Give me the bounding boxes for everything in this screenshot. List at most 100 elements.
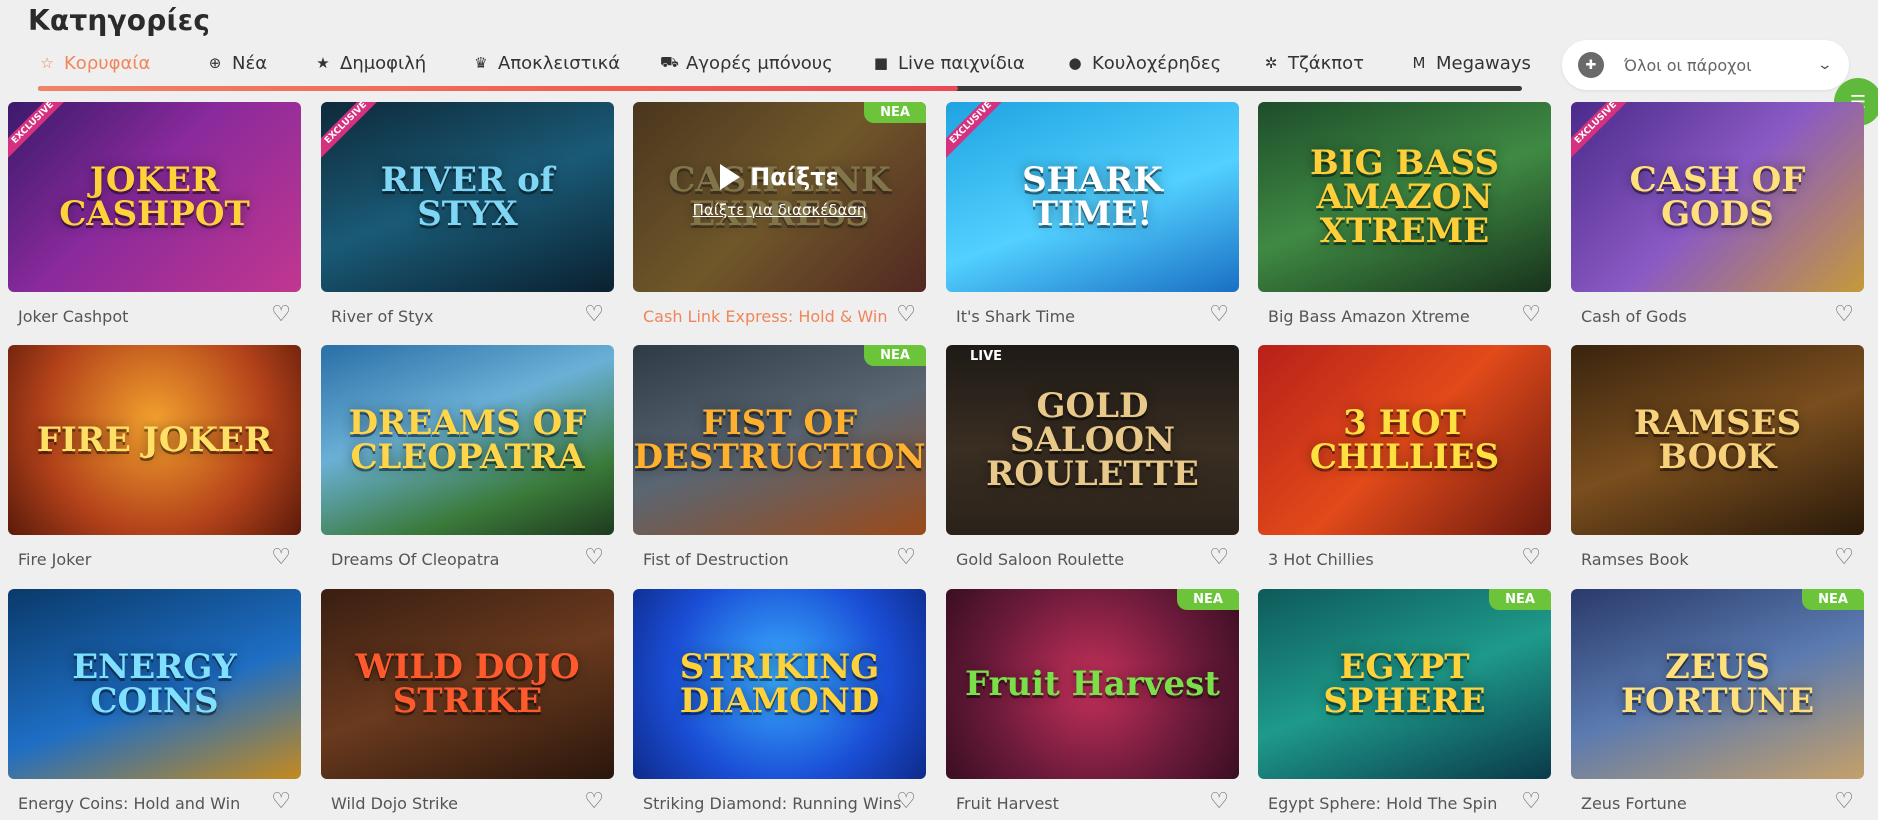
demo-play-link[interactable]: Παίξτε για διασκέδαση bbox=[693, 201, 867, 219]
game-card[interactable]: CASH LINK EXPRESSΠαίξτεΠαίξτε για διασκέ… bbox=[633, 102, 926, 338]
game-thumbnail[interactable]: Fruit Harvest ΝΕΑ bbox=[946, 589, 1239, 779]
game-thumbnail[interactable]: SHARK TIME! EXCLUSIVE bbox=[946, 102, 1239, 292]
game-card[interactable]: RAMSES BOOK Ramses Book ♡ bbox=[1571, 345, 1864, 581]
game-card[interactable]: ZEUS FORTUNE ΝΕΑ Zeus Fortune ♡ bbox=[1571, 589, 1864, 820]
game-card[interactable]: FIST OF DESTRUCTION ΝΕΑ Fist of Destructio… bbox=[633, 345, 926, 581]
game-card[interactable]: WILD DOJO STRIKE Wild Dojo Strike ♡ bbox=[321, 589, 614, 820]
heart-icon[interactable]: ♡ bbox=[1521, 302, 1541, 327]
heart-icon[interactable]: ♡ bbox=[896, 302, 916, 327]
game-card[interactable]: ENERGY COINS Energy Coins: Hold and Win ♡ bbox=[8, 589, 301, 820]
game-thumbnail[interactable]: RIVER of STYX EXCLUSIVE bbox=[321, 102, 614, 292]
heart-icon[interactable]: ♡ bbox=[1521, 789, 1541, 814]
game-meta: Gold Saloon Roulette ♡ bbox=[946, 545, 1239, 581]
game-card[interactable]: FIRE JOKER Fire Joker ♡ bbox=[8, 345, 301, 581]
game-name[interactable]: Cash of Gods bbox=[1581, 307, 1687, 326]
tab-9[interactable]: M Megaways bbox=[1410, 48, 1531, 78]
heart-icon[interactable]: ♡ bbox=[896, 545, 916, 570]
game-thumbnail[interactable]: CASH LINK EXPRESSΠαίξτεΠαίξτε για διασκέ… bbox=[633, 102, 926, 292]
game-card[interactable]: JOKER CASHPOT EXCLUSIVE Joker Cashpot ♡ bbox=[8, 102, 301, 338]
heart-icon[interactable]: ♡ bbox=[1521, 545, 1541, 570]
tab-label: Νέα bbox=[232, 52, 268, 74]
cart-icon: ⛟ bbox=[660, 53, 679, 71]
game-name[interactable]: River of Styx bbox=[331, 307, 433, 326]
game-name[interactable]: Zeus Fortune bbox=[1581, 794, 1687, 813]
heart-icon[interactable]: ♡ bbox=[584, 789, 604, 814]
heart-icon[interactable]: ♡ bbox=[1834, 789, 1854, 814]
game-meta: Cash of Gods ♡ bbox=[1571, 302, 1864, 338]
tab-2[interactable]: ⊕ Νέα bbox=[206, 48, 267, 78]
heart-icon[interactable]: ♡ bbox=[584, 302, 604, 327]
game-thumbnail[interactable]: 3 HOT CHILLIES bbox=[1258, 345, 1551, 535]
game-name[interactable]: Striking Diamond: Running Wins bbox=[643, 794, 901, 813]
game-meta: Energy Coins: Hold and Win ♡ bbox=[8, 789, 301, 820]
tab-1[interactable]: ☆ Κορυφαία bbox=[38, 48, 150, 78]
heart-icon[interactable]: ♡ bbox=[896, 789, 916, 814]
provider-select-value: Όλοι οι πάροχοι bbox=[1624, 55, 1752, 75]
game-thumbnail[interactable]: ENERGY COINS bbox=[8, 589, 301, 779]
game-name[interactable]: 3 Hot Chillies bbox=[1268, 550, 1374, 569]
game-name[interactable]: It's Shark Time bbox=[956, 307, 1075, 326]
tabs-scroll-indicator[interactable] bbox=[38, 86, 959, 91]
game-thumbnail[interactable]: EGYPT SPHERE ΝΕΑ bbox=[1258, 589, 1551, 779]
tab-8[interactable]: ✲ Τζάκποτ bbox=[1262, 48, 1364, 78]
heart-icon[interactable]: ♡ bbox=[584, 545, 604, 570]
game-name[interactable]: Cash Link Express: Hold & Win bbox=[643, 307, 887, 326]
heart-icon[interactable]: ♡ bbox=[271, 545, 291, 570]
provider-select[interactable]: ✚ Όλοι οι πάροχοι ⌄ bbox=[1562, 40, 1849, 90]
game-name[interactable]: Gold Saloon Roulette bbox=[956, 550, 1124, 569]
game-thumbnail[interactable]: DREAMS OF CLEOPATRA bbox=[321, 345, 614, 535]
game-card[interactable]: BIG BASS AMAZON XTREME Big Bass Amazon Xt… bbox=[1258, 102, 1551, 338]
game-artwork-title: FIST OF DESTRUCTION bbox=[633, 403, 926, 477]
heart-icon[interactable]: ♡ bbox=[1834, 302, 1854, 327]
game-thumbnail[interactable]: GOLD SALOON ROULETTE LIVE bbox=[946, 345, 1239, 535]
heart-icon[interactable]: ♡ bbox=[1209, 545, 1229, 570]
tab-4[interactable]: ♛ Αποκλειστικά bbox=[472, 48, 620, 78]
game-thumbnail[interactable]: JOKER CASHPOT EXCLUSIVE bbox=[8, 102, 301, 292]
game-meta: Zeus Fortune ♡ bbox=[1571, 789, 1864, 820]
star-icon: ☆ bbox=[40, 54, 54, 72]
game-card[interactable]: 3 HOT CHILLIES 3 Hot Chillies ♡ bbox=[1258, 345, 1551, 581]
game-name[interactable]: Big Bass Amazon Xtreme bbox=[1268, 307, 1470, 326]
game-thumbnail[interactable]: FIRE JOKER bbox=[8, 345, 301, 535]
heart-icon[interactable]: ♡ bbox=[1209, 302, 1229, 327]
game-name[interactable]: Fruit Harvest bbox=[956, 794, 1059, 813]
game-thumbnail[interactable]: CASH OF GODS EXCLUSIVE bbox=[1571, 102, 1864, 292]
tab-3[interactable]: ★ Δημοφιλή bbox=[314, 48, 426, 78]
game-name[interactable]: Joker Cashpot bbox=[18, 307, 128, 326]
game-name[interactable]: Egypt Sphere: Hold The Spin bbox=[1268, 794, 1497, 813]
new-badge: ΝΕΑ bbox=[864, 102, 926, 123]
game-name[interactable]: Ramses Book bbox=[1581, 550, 1689, 569]
tab-6[interactable]: ■ Live παιχνίδια bbox=[872, 48, 1025, 78]
play-button[interactable]: Παίξτε bbox=[720, 163, 839, 191]
game-thumbnail[interactable]: WILD DOJO STRIKE bbox=[321, 589, 614, 779]
game-name[interactable]: Energy Coins: Hold and Win bbox=[18, 794, 240, 813]
heart-icon[interactable]: ♡ bbox=[1209, 789, 1229, 814]
game-thumbnail[interactable]: FIST OF DESTRUCTION ΝΕΑ bbox=[633, 345, 926, 535]
game-name[interactable]: Fist of Destruction bbox=[643, 550, 789, 569]
game-card[interactable]: RIVER of STYX EXCLUSIVE River of Styx ♡ bbox=[321, 102, 614, 338]
game-card[interactable]: CASH OF GODS EXCLUSIVE Cash of Gods ♡ bbox=[1571, 102, 1864, 338]
game-name[interactable]: Fire Joker bbox=[18, 550, 91, 569]
game-card[interactable]: Fruit Harvest ΝΕΑ Fruit Harvest ♡ bbox=[946, 589, 1239, 820]
game-artwork-title: JOKER CASHPOT bbox=[59, 160, 250, 234]
heart-icon[interactable]: ♡ bbox=[271, 789, 291, 814]
game-card[interactable]: SHARK TIME! EXCLUSIVE It's Shark Time ♡ bbox=[946, 102, 1239, 338]
tab-7[interactable]: ● Κουλοχέρηδες bbox=[1066, 48, 1221, 78]
game-name[interactable]: Dreams Of Cleopatra bbox=[331, 550, 499, 569]
game-artwork-title: FIRE JOKER bbox=[36, 420, 273, 460]
game-thumbnail[interactable]: RAMSES BOOK bbox=[1571, 345, 1864, 535]
game-card[interactable]: EGYPT SPHERE ΝΕΑ Egypt Sphere: Hold The Sp… bbox=[1258, 589, 1551, 820]
game-name[interactable]: Wild Dojo Strike bbox=[331, 794, 458, 813]
game-meta: Egypt Sphere: Hold The Spin ♡ bbox=[1258, 789, 1551, 820]
game-thumbnail[interactable]: BIG BASS AMAZON XTREME bbox=[1258, 102, 1551, 292]
heart-icon[interactable]: ♡ bbox=[271, 302, 291, 327]
star-icon: ★ bbox=[316, 54, 330, 72]
game-thumbnail[interactable]: STRIKING DIAMOND bbox=[633, 589, 926, 779]
game-card[interactable]: DREAMS OF CLEOPATRA Dreams Of Cleopatra ♡ bbox=[321, 345, 614, 581]
game-thumbnail[interactable]: ZEUS FORTUNE ΝΕΑ bbox=[1571, 589, 1864, 779]
tab-5[interactable]: ⛟ Αγορές μπόνους bbox=[660, 48, 833, 78]
game-card[interactable]: STRIKING DIAMOND Striking Diamond: Runnin… bbox=[633, 589, 926, 820]
heart-icon[interactable]: ♡ bbox=[1834, 545, 1854, 570]
chevron-down-icon: ⌄ bbox=[1816, 57, 1834, 73]
game-card[interactable]: GOLD SALOON ROULETTE LIVE Gold Saloon Roul… bbox=[946, 345, 1239, 581]
